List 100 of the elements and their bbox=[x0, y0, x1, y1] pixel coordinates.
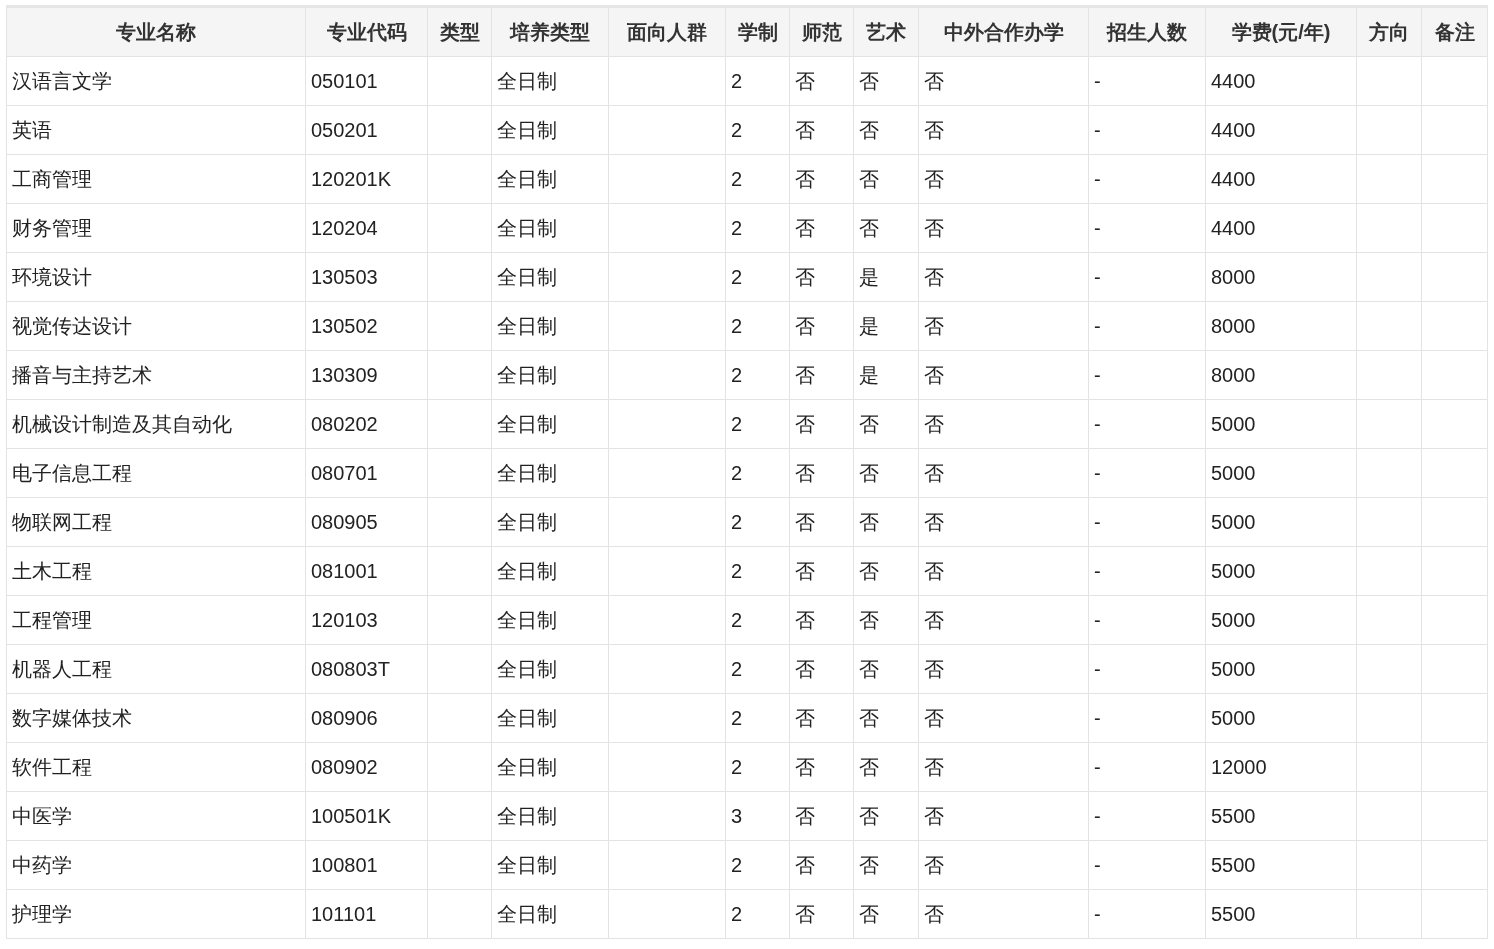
table-cell: 否 bbox=[853, 644, 919, 694]
table-cell: 是 bbox=[853, 252, 919, 302]
table-cell: 否 bbox=[918, 742, 1089, 792]
table-cell: 全日制 bbox=[491, 203, 609, 253]
table-cell: 英语 bbox=[6, 105, 306, 155]
table-cell: 否 bbox=[853, 105, 919, 155]
table-cell: 是 bbox=[853, 350, 919, 400]
table-cell: 全日制 bbox=[491, 252, 609, 302]
table-cell: 否 bbox=[789, 154, 854, 204]
column-header: 备注 bbox=[1421, 6, 1488, 57]
table-cell: 4400 bbox=[1205, 56, 1357, 106]
table-cell: 080803T bbox=[305, 644, 428, 694]
table-cell: 否 bbox=[853, 546, 919, 596]
table-cell: 5000 bbox=[1205, 595, 1357, 645]
table-cell: 全日制 bbox=[491, 693, 609, 743]
table-cell: - bbox=[1088, 399, 1206, 449]
table-cell: 4400 bbox=[1205, 203, 1357, 253]
table-cell: 否 bbox=[853, 840, 919, 890]
table-cell: 否 bbox=[918, 56, 1089, 106]
table-cell: 120201K bbox=[305, 154, 428, 204]
table-cell: 8000 bbox=[1205, 301, 1357, 351]
table-cell: 否 bbox=[789, 693, 854, 743]
table-cell: 5500 bbox=[1205, 889, 1357, 939]
table-cell: 全日制 bbox=[491, 105, 609, 155]
table-cell: 否 bbox=[918, 154, 1089, 204]
column-header: 艺术 bbox=[853, 6, 919, 57]
table-cell: 否 bbox=[789, 56, 854, 106]
table-cell: 全日制 bbox=[491, 791, 609, 841]
table-cell: 5500 bbox=[1205, 791, 1357, 841]
table-cell: 全日制 bbox=[491, 301, 609, 351]
table-cell: 否 bbox=[789, 252, 854, 302]
table-cell: 否 bbox=[789, 644, 854, 694]
table-cell: 否 bbox=[918, 203, 1089, 253]
table-cell: 机械设计制造及其自动化 bbox=[6, 399, 306, 449]
column-header: 方向 bbox=[1356, 6, 1422, 57]
column-header: 招生人数 bbox=[1088, 6, 1206, 57]
table-cell: 2 bbox=[725, 497, 790, 547]
table-cell: 050101 bbox=[305, 56, 428, 106]
table-cell: 汉语言文学 bbox=[6, 56, 306, 106]
table-cell: 否 bbox=[918, 105, 1089, 155]
table-cell: - bbox=[1088, 693, 1206, 743]
table-cell: - bbox=[1088, 497, 1206, 547]
table-cell: 全日制 bbox=[491, 644, 609, 694]
table-cell: 否 bbox=[853, 56, 919, 106]
table-cell: 否 bbox=[789, 546, 854, 596]
table-cell: 否 bbox=[853, 742, 919, 792]
table-cell: 否 bbox=[853, 203, 919, 253]
table-cell: 5000 bbox=[1205, 497, 1357, 547]
table-cell: 080701 bbox=[305, 448, 428, 498]
table-cell: 2 bbox=[725, 693, 790, 743]
table-cell: 2 bbox=[725, 546, 790, 596]
table-cell: 2 bbox=[725, 252, 790, 302]
table-cell: 否 bbox=[918, 399, 1089, 449]
table-cell: 否 bbox=[789, 497, 854, 547]
table-cell: 否 bbox=[789, 742, 854, 792]
table-cell: 全日制 bbox=[491, 546, 609, 596]
table-cell: 工商管理 bbox=[6, 154, 306, 204]
column-header: 类型 bbox=[427, 6, 492, 57]
table-cell: 否 bbox=[853, 595, 919, 645]
table-cell: 否 bbox=[853, 693, 919, 743]
column-header: 专业名称 bbox=[6, 6, 306, 57]
table-cell: 环境设计 bbox=[6, 252, 306, 302]
table-cell: 8000 bbox=[1205, 350, 1357, 400]
table-cell: 否 bbox=[918, 350, 1089, 400]
table-cell: 工程管理 bbox=[6, 595, 306, 645]
table-cell: 5000 bbox=[1205, 693, 1357, 743]
table-cell: - bbox=[1088, 252, 1206, 302]
table-cell: 否 bbox=[918, 301, 1089, 351]
table-cell: 100501K bbox=[305, 791, 428, 841]
table-cell: - bbox=[1088, 203, 1206, 253]
table-cell: 软件工程 bbox=[6, 742, 306, 792]
table-cell: 否 bbox=[853, 448, 919, 498]
table-cell: 否 bbox=[853, 399, 919, 449]
table-cell: - bbox=[1088, 889, 1206, 939]
column-header: 学制 bbox=[725, 6, 790, 57]
table-cell: 2 bbox=[725, 595, 790, 645]
table-cell: 101101 bbox=[305, 889, 428, 939]
table-cell: - bbox=[1088, 56, 1206, 106]
table-cell: 2 bbox=[725, 742, 790, 792]
table-cell: - bbox=[1088, 742, 1206, 792]
table-cell: 否 bbox=[853, 497, 919, 547]
table-cell: 130503 bbox=[305, 252, 428, 302]
table-cell: 2 bbox=[725, 448, 790, 498]
table-cell: 否 bbox=[918, 448, 1089, 498]
table-cell: 土木工程 bbox=[6, 546, 306, 596]
table-cell: 130502 bbox=[305, 301, 428, 351]
column-header: 培养类型 bbox=[491, 6, 609, 57]
table-cell: 否 bbox=[853, 889, 919, 939]
table-cell: 全日制 bbox=[491, 742, 609, 792]
table-cell: 否 bbox=[918, 840, 1089, 890]
table-cell: 中药学 bbox=[6, 840, 306, 890]
table-cell: 2 bbox=[725, 203, 790, 253]
table-cell: 2 bbox=[725, 644, 790, 694]
table-cell: 否 bbox=[789, 448, 854, 498]
table-cell: 否 bbox=[789, 105, 854, 155]
table-cell: 全日制 bbox=[491, 448, 609, 498]
table-cell: 播音与主持艺术 bbox=[6, 350, 306, 400]
table-cell: 全日制 bbox=[491, 350, 609, 400]
table-cell: 100801 bbox=[305, 840, 428, 890]
table-cell: 数字媒体技术 bbox=[6, 693, 306, 743]
